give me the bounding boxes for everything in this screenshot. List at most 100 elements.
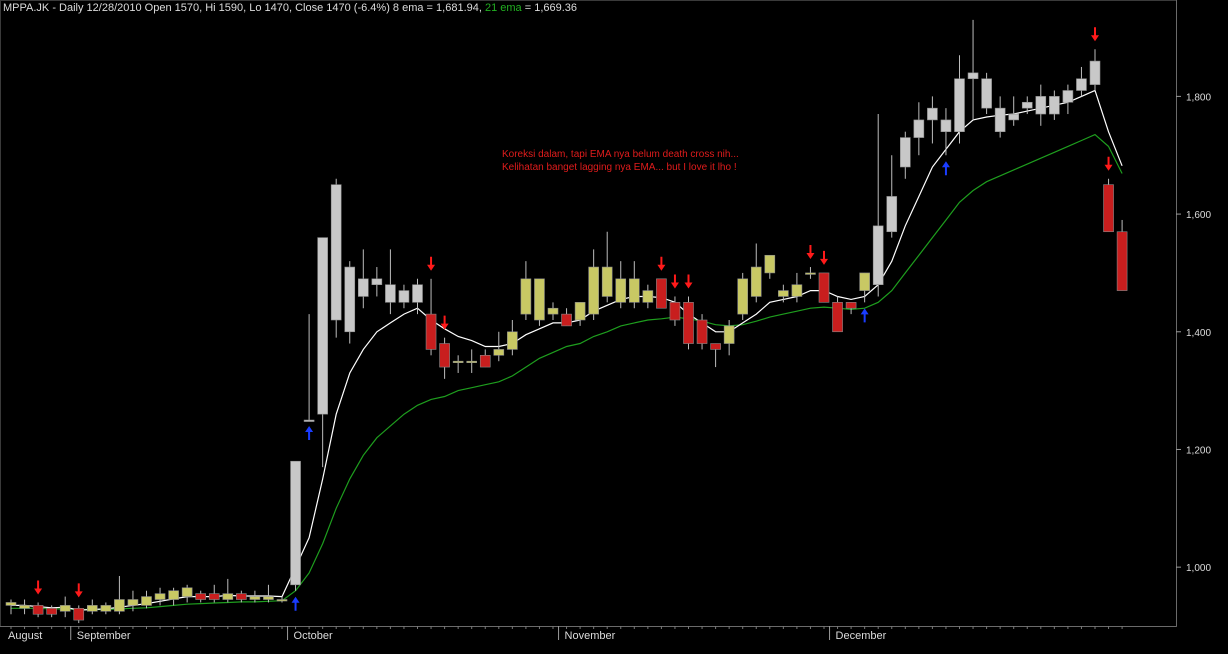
candle-body	[412, 284, 423, 303]
candle-body	[778, 290, 789, 297]
candle-body	[954, 78, 965, 132]
candle-body	[534, 278, 545, 321]
candle-body	[154, 593, 166, 600]
sell-arrow-icon	[806, 245, 815, 260]
ema21-value: = 1,669.36	[521, 2, 578, 14]
candle-body	[249, 596, 261, 600]
candle-body	[696, 319, 708, 344]
candle-body	[466, 360, 478, 363]
chart-annotation: Koreksi dalam, tapi EMA nya belum death …	[502, 148, 739, 174]
month-label: November	[565, 630, 616, 642]
candle-body	[330, 184, 342, 321]
candle-body	[940, 119, 952, 132]
candle-body	[195, 593, 206, 600]
month-label: August	[8, 630, 42, 642]
candle-body	[561, 313, 572, 327]
symbol-label: MPPA.JK	[3, 2, 50, 14]
candle-body	[1089, 60, 1101, 85]
annotation-line-1: Koreksi dalam, tapi EMA nya belum death …	[502, 149, 739, 160]
candle-body	[141, 596, 152, 606]
candle-body	[371, 278, 383, 285]
candle-body	[1035, 96, 1047, 115]
candle-body	[913, 119, 925, 138]
candle-body	[1076, 78, 1087, 91]
chart-header: MPPA.JK - Daily 12/28/2010 Open 1570, Hi…	[3, 2, 577, 14]
candle-body	[5, 602, 17, 606]
candle-body	[222, 593, 234, 600]
month-label: December	[836, 630, 887, 642]
candle-body	[1049, 96, 1060, 115]
candle-body	[208, 593, 220, 600]
candle-body	[872, 225, 884, 285]
sell-arrow-icon	[1091, 27, 1099, 42]
candle-body	[1116, 231, 1128, 291]
candle-body	[588, 266, 599, 315]
month-label: September	[77, 630, 131, 642]
y-tick-label: 1,800	[1186, 92, 1211, 103]
candle-body	[114, 599, 125, 612]
candle-body	[73, 608, 85, 621]
candle-body	[46, 608, 57, 615]
y-tick-label: 1,200	[1186, 445, 1211, 456]
price-summary: - Daily 12/28/2010 Open 1570, Hi 1590, L…	[49, 2, 485, 14]
candle-body	[181, 587, 193, 597]
candle-body	[981, 78, 992, 109]
candle-body	[764, 254, 776, 274]
chart-window: 1,000 1,200 1,400 1,600 1,800 August September…	[0, 0, 1228, 654]
candle-body	[479, 355, 491, 368]
candle-body	[615, 278, 627, 303]
candle-body	[710, 343, 721, 350]
buy-arrow-icon	[941, 161, 950, 176]
candle-body	[574, 302, 586, 321]
ema21-label: 21 ema	[484, 2, 522, 14]
sell-arrow-icon	[427, 256, 436, 271]
candle-body	[19, 605, 30, 609]
candle-body	[1103, 184, 1114, 233]
candle-body	[656, 278, 667, 309]
candle-body	[317, 237, 328, 415]
candle-body	[669, 302, 681, 321]
buy-arrow-icon	[305, 426, 314, 441]
buy-arrow-icon	[291, 596, 300, 611]
candle-body	[547, 307, 559, 315]
candle-body	[750, 266, 762, 297]
candlestick-chart: 1,000 1,200 1,400 1,600 1,800 August September…	[0, 0, 1211, 642]
candle-body	[737, 278, 749, 315]
candle-body	[1008, 113, 1020, 121]
y-tick-label: 1,600	[1186, 210, 1211, 221]
candle-body	[168, 590, 179, 600]
month-label: October	[294, 630, 333, 642]
candle-body	[87, 605, 98, 612]
candle-body	[1021, 101, 1033, 109]
sell-arrow-icon	[74, 583, 83, 598]
buy-arrow-icon	[860, 308, 869, 323]
candle-body	[791, 284, 803, 297]
candle-body	[520, 278, 532, 315]
candle-body	[886, 196, 898, 233]
sell-arrow-icon	[670, 274, 679, 289]
candle-body	[385, 284, 396, 303]
candle-body	[994, 107, 1006, 132]
candle-body	[398, 290, 410, 303]
candle-body	[601, 266, 613, 297]
sell-arrow-icon	[1104, 156, 1113, 171]
candle-body	[439, 343, 450, 368]
candle-body	[805, 272, 816, 275]
sell-arrow-icon	[657, 256, 666, 271]
candle-body	[967, 72, 979, 80]
y-tick-label: 1,000	[1186, 563, 1211, 574]
candle-body	[303, 419, 315, 422]
candle-body	[642, 290, 654, 303]
candle-body	[1062, 90, 1074, 103]
candle-body	[723, 325, 735, 344]
candle-body	[845, 302, 857, 309]
y-tick-label: 1,400	[1186, 328, 1211, 339]
candle-body	[899, 137, 911, 168]
candle-body	[127, 599, 139, 606]
candle-body	[507, 331, 518, 350]
candle-body	[357, 278, 369, 297]
candle-body	[263, 596, 274, 600]
candle-body	[927, 107, 938, 121]
candle-body	[832, 302, 843, 333]
candle-body	[32, 605, 44, 615]
